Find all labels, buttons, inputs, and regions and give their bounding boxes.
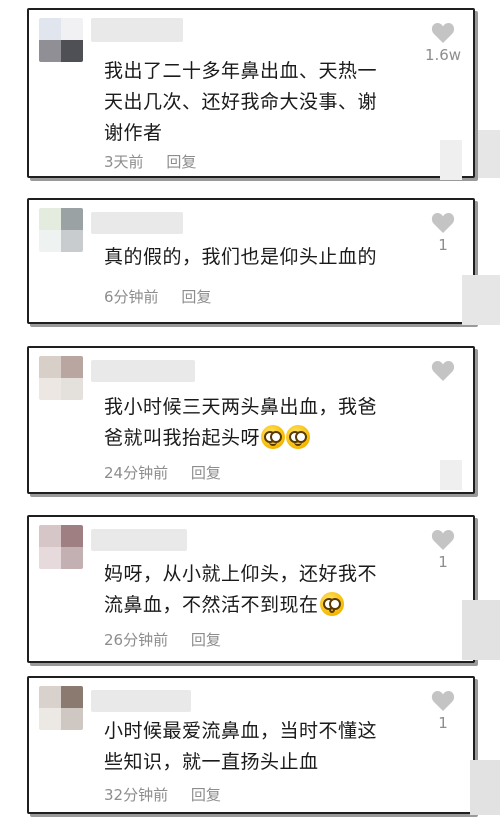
- comment-line: 天出几次、还好我命大没事、谢: [104, 91, 378, 113]
- comment-line-text: 爸就叫我抬起头呀: [104, 427, 261, 449]
- comment-text: 小时候最爱流鼻血，当时不懂这 些知识，就一直扬头止血: [104, 716, 377, 778]
- like-count: 1.6w: [424, 46, 462, 64]
- comment-meta: 24分钟前 回复: [104, 462, 221, 483]
- comment-text: 我出了二十多年鼻出血、天热一 天出几次、还好我命大没事、谢 谢作者: [104, 56, 377, 149]
- comment-line-text: 流鼻血，不然活不到现在: [104, 594, 319, 616]
- blurred-edge: [462, 275, 500, 325]
- avatar-tile: [61, 708, 83, 730]
- comment-text: 妈呀，从小就上仰头，还好我不 流鼻血，不然活不到现在: [104, 559, 377, 621]
- avatar[interactable]: [39, 525, 83, 569]
- like-count: 1: [438, 236, 448, 254]
- comment-card: 小时候最爱流鼻血，当时不懂这 些知识，就一直扬头止血 32分钟前 回复 1: [27, 676, 475, 814]
- comment-text: 我小时候三天两头鼻出血，我爸 爸就叫我抬起头呀: [104, 392, 377, 454]
- avatar-tile: [39, 708, 61, 730]
- comment-line: 谢作者: [104, 122, 163, 144]
- comment-meta: 32分钟前 回复: [104, 784, 221, 805]
- grinning-face-emoji: [286, 425, 311, 449]
- blurred-edge: [440, 460, 462, 490]
- comment-card: 妈呀，从小就上仰头，还好我不 流鼻血，不然活不到现在 26分钟前 回复 1: [27, 515, 475, 663]
- reply-button[interactable]: 回复: [181, 288, 211, 306]
- comment-time: 26分钟前: [104, 631, 169, 649]
- comment-list: 我出了二十多年鼻出血、天热一 天出几次、还好我命大没事、谢 谢作者 3天前 回复…: [0, 0, 500, 820]
- comment-time: 3天前: [104, 153, 144, 171]
- reply-button[interactable]: 回复: [166, 153, 196, 171]
- blurred-edge: [478, 130, 500, 178]
- comment-time: 24分钟前: [104, 464, 169, 482]
- avatar-tile: [39, 230, 61, 252]
- username-blurred[interactable]: [91, 529, 187, 551]
- avatar-tile: [39, 378, 61, 400]
- avatar-tile: [61, 686, 83, 708]
- comment-line: 妈呀，从小就上仰头，还好我不: [104, 563, 378, 585]
- avatar-tile: [39, 547, 61, 569]
- avatar-tile: [39, 525, 61, 547]
- heart-icon: [431, 213, 455, 233]
- comment-line: 爸就叫我抬起头呀: [104, 423, 377, 454]
- comment-card: 真的假的，我们也是仰头止血的 6分钟前 回复 1: [27, 198, 475, 324]
- comment-line: 流鼻血，不然活不到现在: [104, 590, 377, 621]
- avatar-tile: [61, 525, 83, 547]
- avatar[interactable]: [39, 356, 83, 400]
- comment-time: 32分钟前: [104, 786, 169, 804]
- like-button[interactable]: 1: [423, 529, 463, 571]
- heart-icon: [431, 361, 455, 381]
- comment-meta: 3天前 回复: [104, 151, 196, 172]
- blurred-edge: [470, 760, 500, 815]
- avatar-tile: [39, 686, 61, 708]
- reply-button[interactable]: 回复: [191, 786, 221, 804]
- heart-icon: [431, 530, 455, 550]
- username-blurred[interactable]: [91, 212, 183, 234]
- avatar-tile: [61, 356, 83, 378]
- comment-text: 真的假的，我们也是仰头止血的: [104, 242, 377, 273]
- username-blurred[interactable]: [91, 18, 183, 42]
- avatar[interactable]: [39, 18, 83, 62]
- avatar-tile: [61, 230, 83, 252]
- username-blurred[interactable]: [91, 690, 191, 712]
- avatar-tile: [39, 40, 61, 62]
- comment-meta: 26分钟前 回复: [104, 629, 221, 650]
- like-button[interactable]: 1: [423, 690, 463, 732]
- like-button[interactable]: 1: [423, 212, 463, 254]
- avatar-tile: [61, 378, 83, 400]
- blurred-edge: [462, 600, 500, 660]
- comment-line: 小时候最爱流鼻血，当时不懂这: [104, 720, 378, 742]
- comment-line: 些知识，就一直扬头止血: [104, 751, 319, 773]
- avatar-tile: [61, 40, 83, 62]
- avatar-tile: [39, 208, 61, 230]
- astonished-face-emoji: [319, 592, 344, 616]
- like-button[interactable]: 1.6w: [423, 22, 463, 64]
- avatar-tile: [61, 547, 83, 569]
- avatar[interactable]: [39, 686, 83, 730]
- comment-card: 我出了二十多年鼻出血、天热一 天出几次、还好我命大没事、谢 谢作者 3天前 回复…: [27, 8, 475, 178]
- comment-meta: 6分钟前 回复: [104, 286, 211, 307]
- heart-icon: [431, 691, 455, 711]
- like-button[interactable]: [423, 360, 463, 384]
- avatar-tile: [39, 356, 61, 378]
- reply-button[interactable]: 回复: [191, 631, 221, 649]
- blurred-edge: [440, 140, 462, 180]
- avatar-tile: [39, 18, 61, 40]
- heart-icon: [431, 23, 455, 43]
- grinning-face-emoji: [261, 425, 286, 449]
- avatar[interactable]: [39, 208, 83, 252]
- reply-button[interactable]: 回复: [191, 464, 221, 482]
- comment-card: 我小时候三天两头鼻出血，我爸 爸就叫我抬起头呀 24分钟前 回复: [27, 346, 475, 494]
- like-count: 1: [438, 553, 448, 571]
- avatar-tile: [61, 208, 83, 230]
- avatar-tile: [61, 18, 83, 40]
- comment-time: 6分钟前: [104, 288, 159, 306]
- comment-line: 真的假的，我们也是仰头止血的: [104, 246, 378, 268]
- like-count: 1: [438, 714, 448, 732]
- username-blurred[interactable]: [91, 360, 195, 382]
- comment-line: 我小时候三天两头鼻出血，我爸: [104, 396, 378, 418]
- comment-line: 我出了二十多年鼻出血、天热一: [104, 60, 378, 82]
